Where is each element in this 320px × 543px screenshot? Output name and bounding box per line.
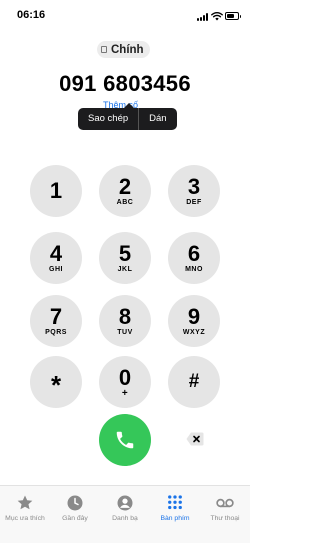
key-digit: 2 bbox=[118, 173, 132, 199]
key-digit: 6 bbox=[187, 240, 201, 266]
key-hash[interactable]: # bbox=[168, 356, 220, 408]
tab-label: Gần đây bbox=[62, 515, 88, 522]
cellular-signal-icon bbox=[197, 13, 209, 21]
sim-selector[interactable]: Chính bbox=[97, 41, 150, 58]
tab-contacts[interactable]: Danh bạ bbox=[100, 494, 150, 522]
keypad-icon bbox=[168, 495, 182, 510]
paste-button[interactable]: Dán bbox=[139, 108, 176, 130]
backspace-icon[interactable] bbox=[186, 432, 204, 446]
key-1[interactable]: 1 bbox=[30, 165, 82, 217]
key-letters: ABC bbox=[116, 198, 134, 206]
key-letters: + bbox=[121, 387, 129, 399]
key-digit: 1 bbox=[49, 177, 63, 203]
key-9[interactable]: 9 WXYZ bbox=[168, 295, 220, 347]
battery-icon bbox=[225, 12, 241, 20]
wifi-icon bbox=[211, 11, 223, 21]
key-digit: * bbox=[50, 370, 62, 400]
key-4[interactable]: 4 GHI bbox=[30, 232, 82, 284]
status-bar: 06:16 bbox=[0, 0, 250, 30]
edit-menu-popover: Sao chép Dán bbox=[78, 103, 177, 130]
key-letters: JKL bbox=[117, 265, 133, 273]
key-0[interactable]: 0 + bbox=[99, 356, 151, 408]
tab-bar: Mục ưa thích Gần đây Danh bạ Bàn phím Th… bbox=[0, 485, 250, 543]
key-digit: 5 bbox=[118, 240, 132, 266]
tab-label: Bàn phím bbox=[160, 515, 190, 522]
key-2[interactable]: 2 ABC bbox=[99, 165, 151, 217]
key-6[interactable]: 6 MNO bbox=[168, 232, 220, 284]
star-icon bbox=[17, 495, 33, 510]
tab-voicemail[interactable]: Thư thoại bbox=[200, 494, 250, 522]
voicemail-icon bbox=[216, 498, 234, 508]
key-letters: GHI bbox=[49, 265, 63, 273]
status-time: 06:16 bbox=[17, 9, 46, 21]
key-digit: 8 bbox=[118, 303, 132, 329]
clock-icon bbox=[67, 495, 83, 511]
key-digit: 3 bbox=[187, 173, 201, 199]
copy-button[interactable]: Sao chép bbox=[78, 108, 138, 130]
tab-label: Thư thoại bbox=[210, 515, 240, 522]
phone-icon bbox=[116, 431, 134, 449]
key-digit: 9 bbox=[187, 303, 201, 329]
key-letters: DEF bbox=[186, 198, 202, 206]
key-letters: PQRS bbox=[45, 328, 67, 336]
key-5[interactable]: 5 JKL bbox=[99, 232, 151, 284]
key-star[interactable]: * bbox=[30, 356, 82, 408]
call-button[interactable] bbox=[99, 414, 151, 466]
tab-keypad[interactable]: Bàn phím bbox=[150, 494, 200, 522]
tab-label: Mục ưa thích bbox=[5, 515, 45, 522]
dialed-number[interactable]: 091 6803456 bbox=[0, 71, 250, 97]
key-digit: # bbox=[188, 371, 200, 392]
key-letters: MNO bbox=[185, 265, 203, 273]
sim-label: Chính bbox=[111, 43, 144, 56]
person-icon bbox=[117, 495, 133, 511]
key-8[interactable]: 8 TUV bbox=[99, 295, 151, 347]
key-3[interactable]: 3 DEF bbox=[168, 165, 220, 217]
tab-favorites[interactable]: Mục ưa thích bbox=[0, 494, 50, 522]
key-letters: WXYZ bbox=[182, 328, 206, 336]
key-digit: 0 bbox=[118, 364, 132, 390]
sim-card-icon bbox=[101, 46, 107, 53]
key-digit: 4 bbox=[49, 240, 63, 266]
tab-recents[interactable]: Gần đây bbox=[50, 494, 100, 522]
key-letters: TUV bbox=[117, 328, 133, 336]
key-digit: 7 bbox=[49, 303, 63, 329]
key-7[interactable]: 7 PQRS bbox=[30, 295, 82, 347]
tab-label: Danh bạ bbox=[112, 515, 138, 522]
